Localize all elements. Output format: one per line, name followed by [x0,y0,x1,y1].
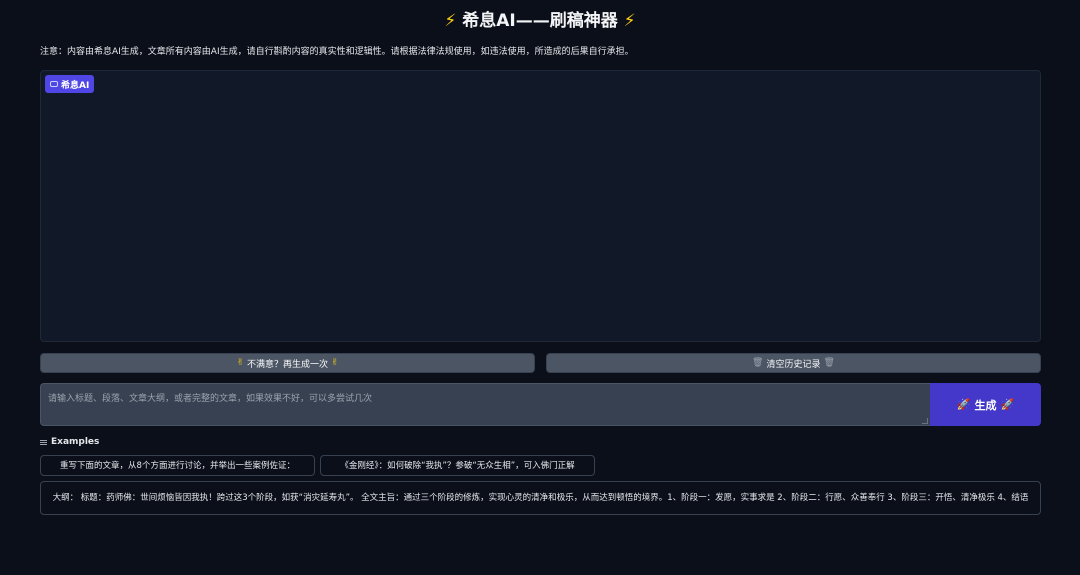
page-title: ⚡ 希息AI——刷稿神器 ⚡ [0,9,1080,33]
hand-icon: ✌ [331,358,339,368]
chat-icon [50,81,58,87]
rocket-icon: 🚀 [1000,398,1015,411]
resize-handle[interactable] [922,418,928,424]
generate-button[interactable]: 🚀 生成 🚀 [930,383,1041,426]
prompt-input-row: 🚀 生成 🚀 [40,383,1041,426]
trash-icon: 🗑 [752,358,764,368]
lightning-icon: ⚡ [623,11,636,31]
regenerate-button-label: 不满意？再生成一次 [246,359,328,370]
regenerate-button[interactable]: ✌ 不满意？再生成一次 ✌ [40,353,535,373]
rocket-icon: 🚀 [956,398,971,411]
chatbot-label-text: 希息AI [61,80,90,91]
chatbot-label: 希息AI [45,75,95,93]
clear-history-button-label: 清空历史记录 [766,359,821,370]
list-icon [40,439,47,445]
generate-button-label: 生成 [974,398,997,412]
page-title-text: 希息AI——刷稿神器 [462,11,618,31]
trash-icon: 🗑 [823,358,835,368]
hand-icon: ✌ [236,358,244,368]
examples-header-text: Examples [51,437,100,447]
example-item[interactable]: 重写下面的文章，从8个方面进行讨论，并举出一些案例佐证： [40,455,315,476]
clear-history-button[interactable]: 🗑 清空历史记录 🗑 [546,353,1041,373]
example-item[interactable]: 大纲： 标题：药师佛：世间烦恼皆因我执！跨过这3个阶段，如获“消灾延寿丸”。 全… [40,481,1041,515]
prompt-input[interactable] [40,383,930,426]
chatbot-panel[interactable]: 希息AI [40,70,1041,342]
lightning-icon: ⚡ [444,11,457,31]
examples-header: Examples [40,437,99,447]
disclaimer-notice: 注意：内容由希息AI生成，文章所有内容由AI生成，请自行斟酌内容的真实性和逻辑性… [40,47,634,57]
example-item[interactable]: 《金刚经》：如何破除“我执”？参破“无众生相”，可入佛门正解 [320,455,595,476]
action-buttons-row: ✌ 不满意？再生成一次 ✌ 🗑 清空历史记录 🗑 [40,353,1041,373]
